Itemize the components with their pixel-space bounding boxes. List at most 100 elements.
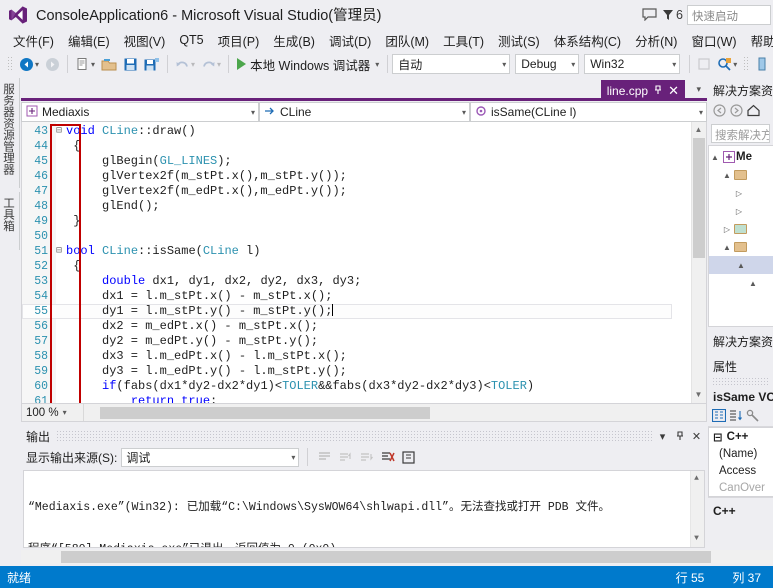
feedback-icon[interactable]	[636, 4, 662, 26]
properties-row[interactable]: CanOver	[709, 479, 773, 496]
list-down-icon[interactable]	[358, 449, 375, 466]
code-editor[interactable]: 43⊟void CLine::draw()44 {45 glBegin(GL_L…	[21, 122, 707, 404]
code-line[interactable]: 58 dx3 = l.m_edPt.x() - l.m_stPt.x();	[22, 349, 672, 364]
undo-icon[interactable]: ▾	[172, 53, 198, 75]
menu-edit[interactable]: 编辑(E)	[61, 29, 117, 52]
menu-debug[interactable]: 调试(D)	[322, 29, 378, 52]
chevron-down-icon[interactable]: ▾	[63, 408, 67, 417]
properties-row[interactable]: Access	[709, 462, 773, 479]
twisty-icon[interactable]: ▷	[733, 189, 745, 198]
code-line[interactable]: 53 double dx1, dy1, dx2, dy2, dx3, dy3;	[22, 274, 672, 289]
toolbar-grip-2[interactable]	[743, 56, 749, 72]
code-line[interactable]: 45 glBegin(GL_LINES);	[22, 154, 672, 169]
close-icon[interactable]: ✕	[668, 84, 679, 97]
nav-project-combo[interactable]: Mediaxis ▾	[21, 102, 259, 122]
pin-icon[interactable]	[671, 428, 688, 445]
config-combo[interactable]: 自动 ▾	[392, 54, 510, 74]
menu-qt5[interactable]: QT5	[172, 31, 210, 49]
code-line[interactable]: 46 glVertex2f(m_stPt.x(),m_stPt.y());	[22, 169, 672, 184]
properties-row[interactable]: (Name)	[709, 445, 773, 462]
code-line[interactable]: 54 dx1 = l.m_stPt.x() - m_stPt.x();	[22, 289, 672, 304]
tree-item[interactable]: ▲ Me	[709, 148, 773, 166]
list-icon[interactable]	[316, 449, 333, 466]
twisty-icon[interactable]: ▲	[747, 279, 759, 288]
fold-toggle-icon[interactable]	[52, 139, 66, 154]
extra-tool-icon[interactable]	[752, 53, 772, 75]
new-dropdown-caret[interactable]: ▾	[91, 60, 95, 69]
open-file-icon[interactable]	[98, 53, 120, 75]
editor-tab-line-cpp[interactable]: line.cpp ✕	[601, 80, 685, 101]
code-line[interactable]: 43⊟void CLine::draw()	[22, 124, 672, 139]
code-line[interactable]: 52 {	[22, 259, 672, 274]
find-icon[interactable]: ▾	[714, 53, 740, 75]
chevron-down-icon[interactable]: ▾	[654, 428, 671, 445]
save-icon[interactable]	[120, 53, 141, 75]
properties-grid[interactable]: ⊟ C++ (Name) Access CanOver	[708, 427, 773, 497]
fold-toggle-icon[interactable]	[52, 274, 66, 289]
tree-item-selected[interactable]: ▲	[709, 256, 773, 274]
list-up-icon[interactable]	[337, 449, 354, 466]
pin-icon[interactable]	[653, 84, 663, 98]
chevron-down-icon[interactable]: ▾	[699, 108, 703, 117]
alphabetical-icon[interactable]	[729, 409, 743, 425]
menu-window[interactable]: 窗口(W)	[684, 29, 743, 52]
chevron-down-icon[interactable]: ▾	[291, 453, 295, 462]
save-all-icon[interactable]	[141, 53, 163, 75]
tree-item[interactable]: ▲	[709, 238, 773, 256]
run-dropdown-caret[interactable]: ▾	[375, 60, 379, 69]
categorized-icon[interactable]	[712, 409, 726, 425]
output-source-combo[interactable]: 调试 ▾	[121, 448, 299, 467]
twisty-icon[interactable]: ▲	[735, 261, 747, 270]
home-icon[interactable]	[747, 104, 760, 120]
fold-toggle-icon[interactable]	[52, 199, 66, 214]
fold-toggle-icon[interactable]: ⊟	[52, 124, 66, 139]
solution-explorer-search-input[interactable]: 搜索解决方案资源管理器	[711, 124, 770, 143]
chevron-down-icon[interactable]: ▾	[571, 60, 575, 69]
solution-platform-combo[interactable]: Win32 ▾	[584, 54, 680, 74]
twisty-icon[interactable]: ▲	[721, 171, 733, 180]
quick-launch-input[interactable]: 快速启动	[687, 5, 771, 25]
solution-explorer-tree[interactable]: ▲ Me ▲ ▷ ▷ ▷ ▲	[708, 145, 773, 327]
fold-toggle-icon[interactable]	[52, 229, 66, 244]
tab-overflow-caret[interactable]: ▾	[696, 84, 701, 95]
notification-badge[interactable]: 6	[662, 8, 683, 22]
editor-horizontal-scrollbar[interactable]	[84, 404, 706, 421]
fold-toggle-icon[interactable]	[52, 184, 66, 199]
redo-icon[interactable]: ▾	[198, 53, 224, 75]
start-debugging-button[interactable]: 本地 Windows 调试器 ▾	[233, 55, 383, 74]
code-line[interactable]: 44 {	[22, 139, 672, 154]
fold-toggle-icon[interactable]	[52, 289, 66, 304]
sidebar-tab-server-explorer[interactable]: 服务器资源管理器	[0, 78, 20, 188]
code-line[interactable]: 59 dy3 = l.m_edPt.y() - l.m_stPt.y();	[22, 364, 672, 379]
main-horizontal-scrollbar[interactable]	[21, 550, 773, 564]
fold-toggle-icon[interactable]	[52, 394, 66, 404]
twisty-icon[interactable]: ▲	[709, 153, 721, 162]
collapse-icon[interactable]: ⊟	[713, 430, 723, 444]
menu-help[interactable]: 帮助(H)	[744, 29, 773, 52]
code-line[interactable]: 60 if(fabs(dx1*dy2-dx2*dy1)<TOLER&&fabs(…	[22, 379, 672, 394]
fold-toggle-icon[interactable]	[52, 319, 66, 334]
menu-test[interactable]: 测试(S)	[491, 29, 547, 52]
new-item-icon[interactable]: ▾	[72, 53, 98, 75]
fold-toggle-icon[interactable]	[52, 169, 66, 184]
code-line[interactable]: 51⊟bool CLine::isSame(CLine l)	[22, 244, 672, 259]
nav-member-combo[interactable]: isSame(CLine l) ▾	[470, 102, 707, 122]
editor-vertical-scrollbar[interactable]: ▲ ▼	[691, 122, 706, 403]
code-line[interactable]: 49 }	[22, 214, 672, 229]
clear-all-icon[interactable]	[379, 449, 396, 466]
close-icon[interactable]: ✕	[688, 428, 705, 445]
code-line[interactable]: 57 dy2 = m_edPt.y() - m_stPt.y();	[22, 334, 672, 349]
fold-toggle-icon[interactable]	[52, 334, 66, 349]
output-scroll-down-arrow[interactable]: ▼	[691, 533, 702, 545]
window-layout-icon[interactable]	[694, 53, 714, 75]
chevron-down-icon[interactable]: ▾	[462, 108, 466, 117]
code-lines[interactable]: 43⊟void CLine::draw()44 {45 glBegin(GL_L…	[22, 124, 672, 404]
fold-toggle-icon[interactable]	[52, 154, 66, 169]
properties-icon[interactable]	[746, 409, 759, 425]
zoom-level-selector[interactable]: 100 % ▾	[22, 404, 84, 421]
navigate-forward-icon[interactable]	[42, 53, 63, 75]
solution-explorer-tab-label[interactable]: 解决方案资源管理器	[708, 327, 773, 353]
chevron-down-icon[interactable]: ▾	[672, 60, 676, 69]
properties-category-row[interactable]: ⊟ C++	[709, 428, 773, 445]
scroll-up-arrow[interactable]: ▲	[693, 124, 704, 136]
